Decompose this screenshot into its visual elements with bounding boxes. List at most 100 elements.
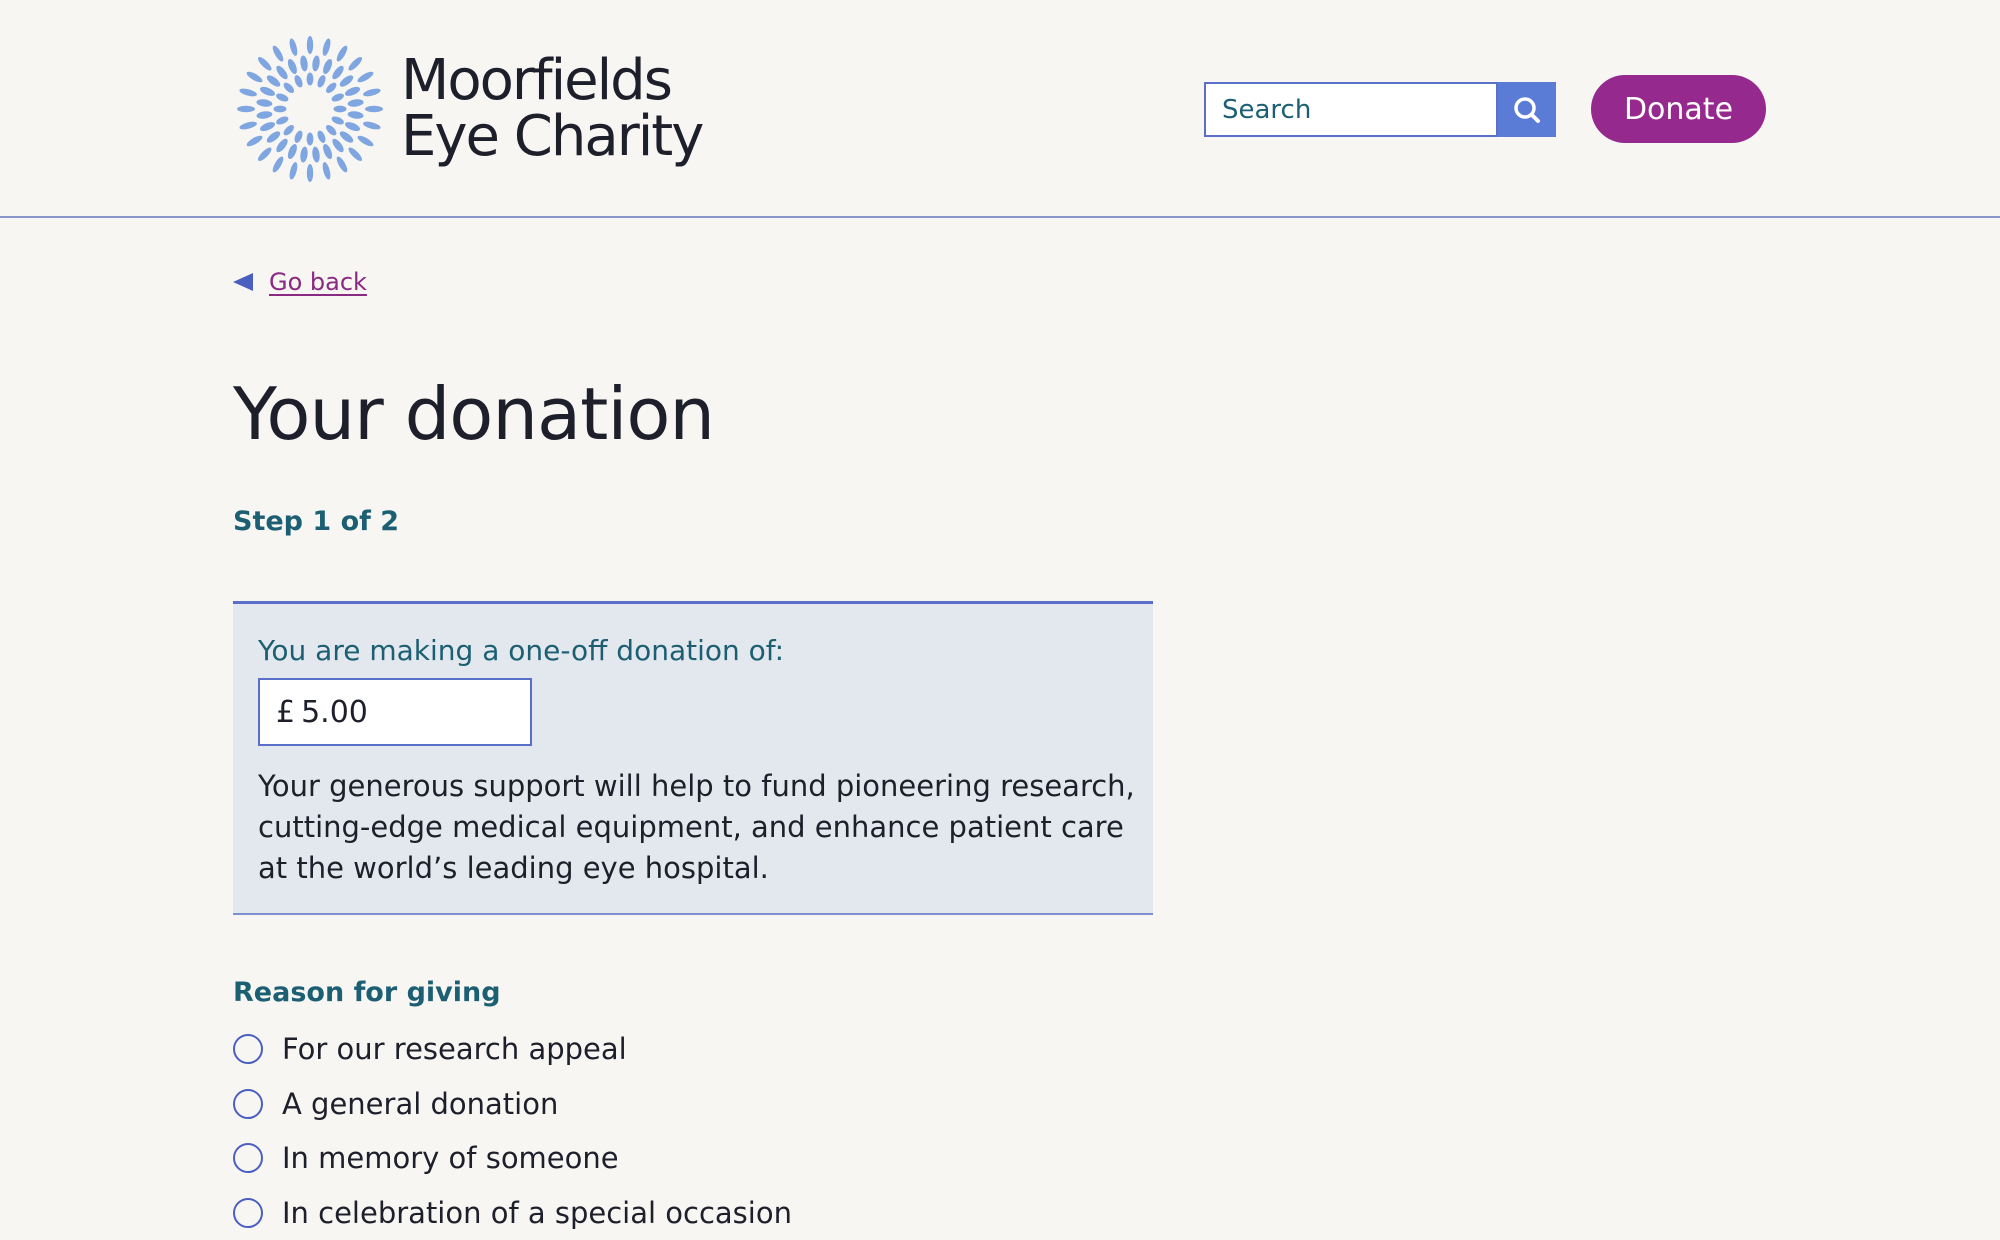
go-back-label[interactable]: Go back [269,268,367,296]
reason-option-in-memory[interactable]: In memory of someone [233,1131,792,1186]
reason-radio-group: For our research appeal A general donati… [233,1022,792,1240]
logo-petal [307,73,314,86]
donation-description: Your generous support will help to fund … [258,766,1138,889]
currency-symbol: £ [276,695,295,730]
logo-petal [334,106,347,113]
logo-petal [311,55,320,72]
search-button[interactable] [1498,82,1556,137]
reason-option-celebration[interactable]: In celebration of a special occasion [233,1186,792,1240]
logo-petal [274,64,289,81]
logo-petal [321,143,334,161]
logo-petal [347,98,364,107]
radio-label[interactable]: In celebration of a special occasion [282,1196,792,1230]
site-logo[interactable]: Moorfields Eye Charity [233,32,702,186]
logo-petal [239,120,258,131]
logo-petal [265,129,282,144]
logo-petal [321,58,334,76]
logo-petal [286,58,299,76]
logo-petal [338,129,355,144]
reason-heading: Reason for giving [233,977,501,1008]
logo-petal [344,120,362,133]
logo-petal [347,146,364,163]
logo-petal [271,155,286,174]
donation-amount-field[interactable]: £ 5.00 [258,678,532,746]
logo-petal [324,123,338,137]
logo-petal [256,55,273,72]
logo-petal [316,74,327,89]
logo-petal [239,87,258,98]
logo-petal [307,36,313,54]
radio-button[interactable] [233,1089,263,1119]
logo-petal [335,44,350,63]
logo-petal [321,161,332,180]
logo-petal [316,129,327,144]
logo-petal [282,81,296,95]
sunburst-eye-logo-icon [233,32,387,186]
logo-petal [256,98,273,107]
logo-petal [324,81,338,95]
radio-button[interactable] [233,1143,263,1173]
search-input[interactable] [1204,82,1498,137]
search-icon [1512,95,1542,125]
logo-petal [237,106,255,112]
donation-summary-panel: You are making a one-off donation of: £ … [233,601,1153,915]
donation-amount-value: 5.00 [301,695,368,730]
logo-petal [362,120,381,131]
logo-petal [259,85,277,98]
logo-petal [347,110,364,119]
logo-petal [347,55,364,72]
logo-petal [299,146,308,163]
logo-petal [330,92,345,103]
logo-petal [321,38,332,57]
logo-petal [293,129,304,144]
logo-line-1: Moorfields [401,53,702,109]
logo-petal [256,146,273,163]
left-triangle-icon [233,273,253,291]
donation-type-label: You are making a one-off donation of: [258,634,784,667]
logo-petal [274,137,289,154]
site-header: Moorfields Eye Charity Donate [0,0,2000,218]
reason-option-general-donation[interactable]: A general donation [233,1077,792,1132]
logo-line-2: Eye Charity [401,109,702,165]
search-form [1204,82,1556,137]
logo-petal [274,106,287,113]
logo-petal [256,110,273,119]
logo-petal [365,106,383,112]
logo-petal [338,73,355,88]
logo-petal [307,164,313,182]
logo-petal [344,85,362,98]
logo-petal [275,115,290,126]
logo-petal [245,134,264,149]
go-back-link[interactable]: Go back [233,268,367,296]
radio-label[interactable]: In memory of someone [282,1141,619,1175]
radio-label[interactable]: A general donation [282,1087,558,1121]
logo-petal [299,55,308,72]
logo-petal [356,134,375,149]
step-indicator: Step 1 of 2 [233,506,399,537]
logo-petal [286,143,299,161]
radio-label[interactable]: For our research appeal [282,1032,627,1066]
radio-button[interactable] [233,1198,263,1228]
logo-petal [330,64,345,81]
logo-petal [293,74,304,89]
logo-wordmark: Moorfields Eye Charity [401,53,702,165]
logo-petal [288,38,299,57]
logo-petal [288,161,299,180]
reason-option-research-appeal[interactable]: For our research appeal [233,1022,792,1077]
logo-petal [307,133,314,146]
logo-petal [259,120,277,133]
logo-petal [245,70,264,85]
logo-petal [335,155,350,174]
radio-button[interactable] [233,1034,263,1064]
logo-petal [330,137,345,154]
logo-petal [356,70,375,85]
logo-petal [282,123,296,137]
logo-petal [362,87,381,98]
logo-petal [275,92,290,103]
donate-button[interactable]: Donate [1591,75,1766,143]
page-title: Your donation [233,372,714,456]
logo-petal [311,146,320,163]
logo-petal [330,115,345,126]
logo-petal [265,73,282,88]
logo-petal [271,44,286,63]
